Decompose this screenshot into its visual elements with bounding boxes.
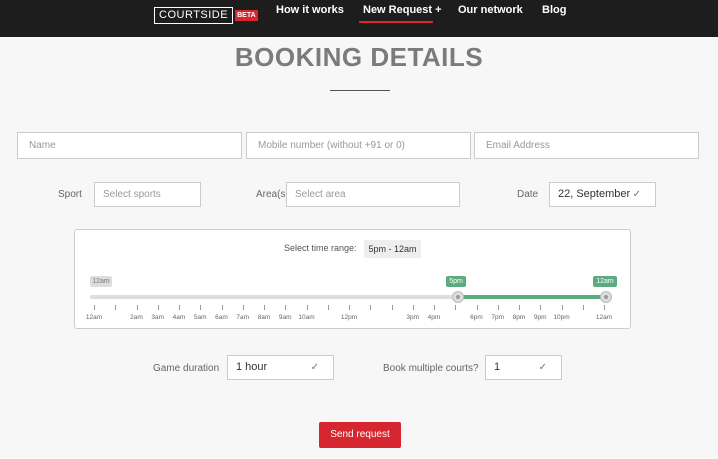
slider-tick-label: 3pm bbox=[406, 314, 420, 321]
nav-how-it-works[interactable]: How it works bbox=[276, 4, 344, 16]
duration-value: 1 hour bbox=[236, 361, 268, 373]
slider-tick-label: 7pm bbox=[491, 314, 505, 321]
slider-tick bbox=[349, 305, 350, 310]
top-navbar: COURTSIDE BETA How it works New Request … bbox=[0, 0, 718, 37]
slider-tick bbox=[540, 305, 542, 310]
date-label: Date bbox=[517, 189, 539, 200]
courts-value: 1 bbox=[494, 361, 501, 373]
date-value: 22, September bbox=[558, 188, 631, 200]
check-icon: ✓ bbox=[310, 362, 319, 373]
slider-from-badge: 5pm bbox=[446, 276, 466, 287]
slider-tick-label: 12am bbox=[595, 314, 613, 321]
slider-tick bbox=[370, 305, 372, 310]
date-select[interactable]: 22, September ✓ bbox=[549, 182, 656, 207]
sport-label: Sport bbox=[58, 189, 82, 200]
slider-tick bbox=[136, 305, 138, 310]
slider-tick bbox=[561, 305, 563, 310]
nav-our-network[interactable]: Our network bbox=[458, 4, 523, 16]
check-icon: ✓ bbox=[538, 362, 547, 373]
slider-tick-label: 7am bbox=[236, 314, 250, 321]
nav-blog[interactable]: Blog bbox=[542, 4, 566, 16]
courtside-logo[interactable]: COURTSIDE BETA bbox=[154, 7, 258, 24]
time-range-label: Select time range: bbox=[284, 243, 357, 253]
slider-to-badge: 12am bbox=[593, 276, 617, 287]
slider-tick-label: 5am bbox=[193, 314, 207, 321]
page-title: BOOKING DETAILS bbox=[234, 42, 484, 72]
logo-text: COURTSIDE bbox=[154, 7, 234, 24]
slider-tick-label: 10am bbox=[298, 314, 315, 321]
slider-tick bbox=[242, 305, 244, 310]
slider-to-handle[interactable] bbox=[600, 291, 612, 303]
duration-select[interactable]: 1 hour ✓ bbox=[227, 355, 334, 380]
slider-tick bbox=[582, 305, 584, 310]
slider-tick bbox=[221, 305, 223, 310]
slider-tick-label: 8pm bbox=[512, 314, 526, 321]
slider-tick-label: 2am bbox=[130, 314, 143, 321]
slider-from-handle[interactable] bbox=[452, 291, 464, 303]
slider-tick-label: 3am bbox=[151, 314, 165, 321]
beta-badge: BETA bbox=[235, 10, 258, 21]
email-field[interactable]: Email Address bbox=[474, 132, 699, 159]
sport-select[interactable]: Select sports bbox=[94, 182, 201, 207]
slider-tick-label: 12pm bbox=[340, 314, 358, 321]
area-label: Area(s) bbox=[256, 189, 289, 200]
slider-tick bbox=[285, 305, 287, 310]
name-field[interactable]: Name bbox=[17, 132, 242, 159]
courts-label: Book multiple courts? bbox=[383, 363, 479, 374]
slider-tick bbox=[497, 305, 499, 310]
slider-tick-label: 9am bbox=[278, 314, 292, 321]
nav-active-indicator bbox=[359, 21, 433, 23]
slider-tick bbox=[157, 305, 159, 310]
time-slider-selection bbox=[455, 295, 604, 299]
slider-tick bbox=[115, 305, 117, 310]
slider-tick-label: 8am bbox=[257, 314, 271, 321]
nav-new-request[interactable]: New Request + bbox=[363, 4, 442, 16]
slider-tick bbox=[476, 305, 478, 310]
courts-select[interactable]: 1 ✓ bbox=[485, 355, 562, 380]
slider-min-badge: 12am bbox=[90, 276, 112, 287]
slider-tick bbox=[519, 305, 520, 310]
slider-tick-label: 4pm bbox=[427, 314, 441, 321]
send-request-button[interactable]: Send request bbox=[319, 422, 401, 448]
slider-tick bbox=[94, 305, 95, 310]
duration-label: Game duration bbox=[153, 363, 220, 374]
slider-tick bbox=[434, 305, 435, 310]
time-range-value: 5pm - 12am bbox=[364, 240, 421, 258]
slider-tick bbox=[604, 305, 605, 310]
slider-tick bbox=[327, 305, 329, 310]
slider-tick-label: 6am bbox=[215, 314, 228, 321]
title-divider bbox=[330, 90, 390, 91]
slider-tick-label: 4am bbox=[172, 314, 186, 321]
slider-tick bbox=[455, 305, 457, 310]
slider-tick-label: 6pm bbox=[470, 314, 483, 321]
slider-tick-label: 12am bbox=[85, 314, 103, 321]
slider-tick bbox=[200, 305, 202, 310]
area-select[interactable]: Select area bbox=[286, 182, 460, 207]
slider-tick bbox=[412, 305, 414, 310]
check-icon: ✓ bbox=[632, 189, 641, 200]
slider-tick-label: 10pm bbox=[553, 314, 570, 321]
slider-tick bbox=[264, 305, 265, 310]
slider-tick bbox=[391, 305, 393, 310]
slider-tick bbox=[179, 305, 180, 310]
slider-tick bbox=[306, 305, 308, 310]
mobile-field[interactable]: Mobile number (without +91 or 0) bbox=[246, 132, 471, 159]
slider-tick-label: 9pm bbox=[533, 314, 547, 321]
